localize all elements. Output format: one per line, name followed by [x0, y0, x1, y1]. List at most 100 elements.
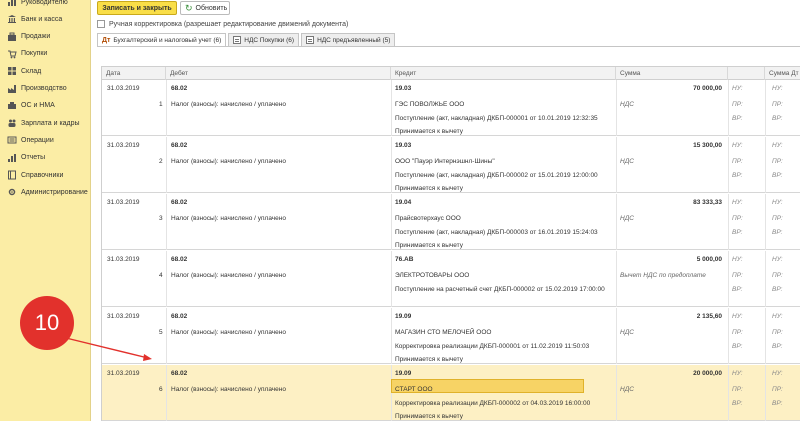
- col-amount[interactable]: Сумма: [616, 67, 728, 80]
- debit-account[interactable]: 68.02: [171, 256, 187, 263]
- credit-document[interactable]: Корректировка реализации ДКБП-000002 от …: [395, 400, 590, 407]
- credit-account[interactable]: 19.09: [395, 313, 411, 320]
- nu-label: НУ:: [772, 85, 783, 92]
- credit-vat-note[interactable]: Принимается к вычету: [395, 185, 463, 192]
- credit-account[interactable]: 19.04: [395, 199, 411, 206]
- vr-label: ВР:: [732, 172, 743, 179]
- entry-amount[interactable]: 83 333,33: [620, 199, 722, 206]
- credit-vat-note[interactable]: Принимается к вычету: [395, 242, 463, 249]
- debit-subconto[interactable]: Налог (взносы): начислено / уплачено: [171, 215, 286, 222]
- credit-counterparty[interactable]: ООО "Пауэр Интернэшнл-Шины": [395, 158, 495, 165]
- amount-note: НДС: [620, 158, 634, 165]
- debit-subconto[interactable]: Налог (взносы): начислено / уплачено: [171, 329, 286, 336]
- tab-vat-presented[interactable]: НДС предъявленный (5): [301, 33, 396, 46]
- debit-subconto[interactable]: Налог (взносы): начислено / уплачено: [171, 386, 286, 393]
- sidebar-item-5[interactable]: Производство: [0, 81, 91, 97]
- entry-amount[interactable]: 70 000,00: [620, 85, 722, 92]
- sidebar-item-label: Зарплата и кадры: [21, 119, 80, 127]
- column-divider: [728, 308, 729, 364]
- sidebar-item-label: Справочники: [21, 171, 64, 179]
- credit-document[interactable]: Поступление (акт, накладная) ДКБП-000003…: [395, 229, 598, 236]
- sidebar-item-8[interactable]: Операции: [0, 132, 91, 148]
- credit-counterparty[interactable]: СТАРТ ООО: [395, 386, 433, 393]
- entry-amount[interactable]: 20 000,00: [620, 370, 722, 377]
- col-amount-dt[interactable]: Сумма Дт: [765, 67, 800, 80]
- refresh-button[interactable]: ↻ Обновить: [180, 1, 230, 15]
- tab-label: НДС предъявленный (5): [317, 36, 391, 44]
- credit-document[interactable]: Поступление (акт, накладная) ДКБП-000002…: [395, 172, 598, 179]
- amount-note: НДС: [620, 329, 634, 336]
- column-divider: [616, 137, 617, 193]
- sidebar-item-6[interactable]: ОС и НМА: [0, 98, 91, 114]
- sidebar-item-1[interactable]: Банк и касса: [0, 11, 91, 27]
- credit-document[interactable]: Корректировка реализации ДКБП-000001 от …: [395, 343, 589, 350]
- debit-account[interactable]: 68.02: [171, 370, 187, 377]
- credit-counterparty[interactable]: ЭЛЕКТРОТОВАРЫ ООО: [395, 272, 469, 279]
- column-divider: [391, 137, 392, 193]
- table-row[interactable]: 31.03.2019 5 68.02 Налог (взносы): начислен…: [102, 308, 800, 364]
- debit-account[interactable]: 68.02: [171, 199, 187, 206]
- debit-subconto[interactable]: Налог (взносы): начислено / уплачено: [171, 101, 286, 108]
- table-row[interactable]: 31.03.2019 6 68.02 Налог (взносы): начислен…: [102, 365, 800, 421]
- sidebar-item-2[interactable]: Продажи: [0, 29, 91, 45]
- credit-account[interactable]: 19.03: [395, 85, 411, 92]
- save-and-close-button[interactable]: Записать и закрыть: [97, 1, 177, 15]
- credit-account[interactable]: 76.АВ: [395, 256, 413, 263]
- credit-vat-note[interactable]: Принимается к вычету: [395, 128, 463, 135]
- credit-vat-note[interactable]: Принимается к вычету: [395, 356, 463, 363]
- table-row[interactable]: 31.03.2019 4 68.02 Налог (взносы): начислен…: [102, 251, 800, 307]
- sidebar-item-0[interactable]: Руководителю: [0, 0, 91, 10]
- sidebar-item-label: Администрирование: [21, 188, 88, 196]
- sidebar-item-4[interactable]: Склад: [0, 63, 91, 79]
- tab-accounting[interactable]: Дт Бухгалтерский и налоговый учет (6): [97, 33, 227, 47]
- credit-vat-note[interactable]: Принимается к вычету: [395, 413, 463, 420]
- credit-counterparty[interactable]: ГЭС ПОВОЛЖЬЕ ООО: [395, 101, 464, 108]
- vr-label: ВР:: [732, 400, 743, 407]
- table-row[interactable]: 31.03.2019 1 68.02 Налог (взносы): начислен…: [102, 80, 800, 136]
- row-date: 31.03.2019: [107, 142, 140, 149]
- refresh-label: Обновить: [195, 4, 228, 12]
- row-date: 31.03.2019: [107, 85, 140, 92]
- row-number: 6: [159, 386, 163, 393]
- row-number: 5: [159, 329, 163, 336]
- sidebar-item-11[interactable]: Администрирование: [0, 184, 91, 200]
- entry-amount[interactable]: 15 300,00: [620, 142, 722, 149]
- sidebar-item-10[interactable]: Справочники: [0, 167, 91, 183]
- sidebar-item-7[interactable]: Зарплата и кадры: [0, 115, 91, 131]
- sidebar-item-label: Склад: [21, 67, 42, 75]
- credit-account[interactable]: 19.09: [395, 370, 411, 377]
- amount-note: НДС: [620, 215, 634, 222]
- credit-document[interactable]: Поступление (акт, накладная) ДКБП-000001…: [395, 115, 598, 122]
- column-divider: [728, 251, 729, 307]
- pr-label: ПР:: [772, 101, 783, 108]
- sidebar-item-9[interactable]: Отчеты: [0, 150, 91, 166]
- debit-account[interactable]: 68.02: [171, 85, 187, 92]
- sidebar-item-label: Операции: [21, 136, 54, 144]
- debit-subconto[interactable]: Налог (взносы): начислено / уплачено: [171, 272, 286, 279]
- column-divider: [616, 308, 617, 364]
- debit-subconto[interactable]: Налог (взносы): начислено / уплачено: [171, 158, 286, 165]
- col-debit[interactable]: Дебет: [166, 67, 391, 80]
- entry-amount[interactable]: 2 135,60: [620, 313, 722, 320]
- credit-account[interactable]: 19.03: [395, 142, 411, 149]
- column-divider: [765, 80, 766, 136]
- credit-counterparty[interactable]: Прайсвотерхаус ООО: [395, 215, 461, 222]
- column-divider: [166, 308, 167, 364]
- manual-adjust-checkbox[interactable]: [97, 20, 105, 28]
- debit-account[interactable]: 68.02: [171, 142, 187, 149]
- credit-counterparty[interactable]: МАГАЗИН СТО МЕЛОЧЕЙ ООО: [395, 329, 491, 336]
- debit-account[interactable]: 68.02: [171, 313, 187, 320]
- col-date[interactable]: Дата: [102, 67, 166, 80]
- column-divider: [616, 251, 617, 307]
- row-date: 31.03.2019: [107, 313, 140, 320]
- table-row[interactable]: 31.03.2019 2 68.02 Налог (взносы): начислен…: [102, 137, 800, 193]
- sidebar-item-3[interactable]: Покупки: [0, 46, 91, 62]
- entry-amount[interactable]: 5 000,00: [620, 256, 722, 263]
- gear-icon: [6, 187, 17, 198]
- assets-icon: [6, 100, 17, 111]
- col-credit[interactable]: Кредит: [391, 67, 616, 80]
- tab-vat-purchases[interactable]: НДС Покупки (6): [228, 33, 300, 46]
- manual-adjust-row[interactable]: Ручная корректировка (разрешает редактир…: [97, 19, 348, 29]
- table-row[interactable]: 31.03.2019 3 68.02 Налог (взносы): начислен…: [102, 194, 800, 250]
- credit-document[interactable]: Поступление на расчетный счет ДКБП-00000…: [395, 286, 605, 293]
